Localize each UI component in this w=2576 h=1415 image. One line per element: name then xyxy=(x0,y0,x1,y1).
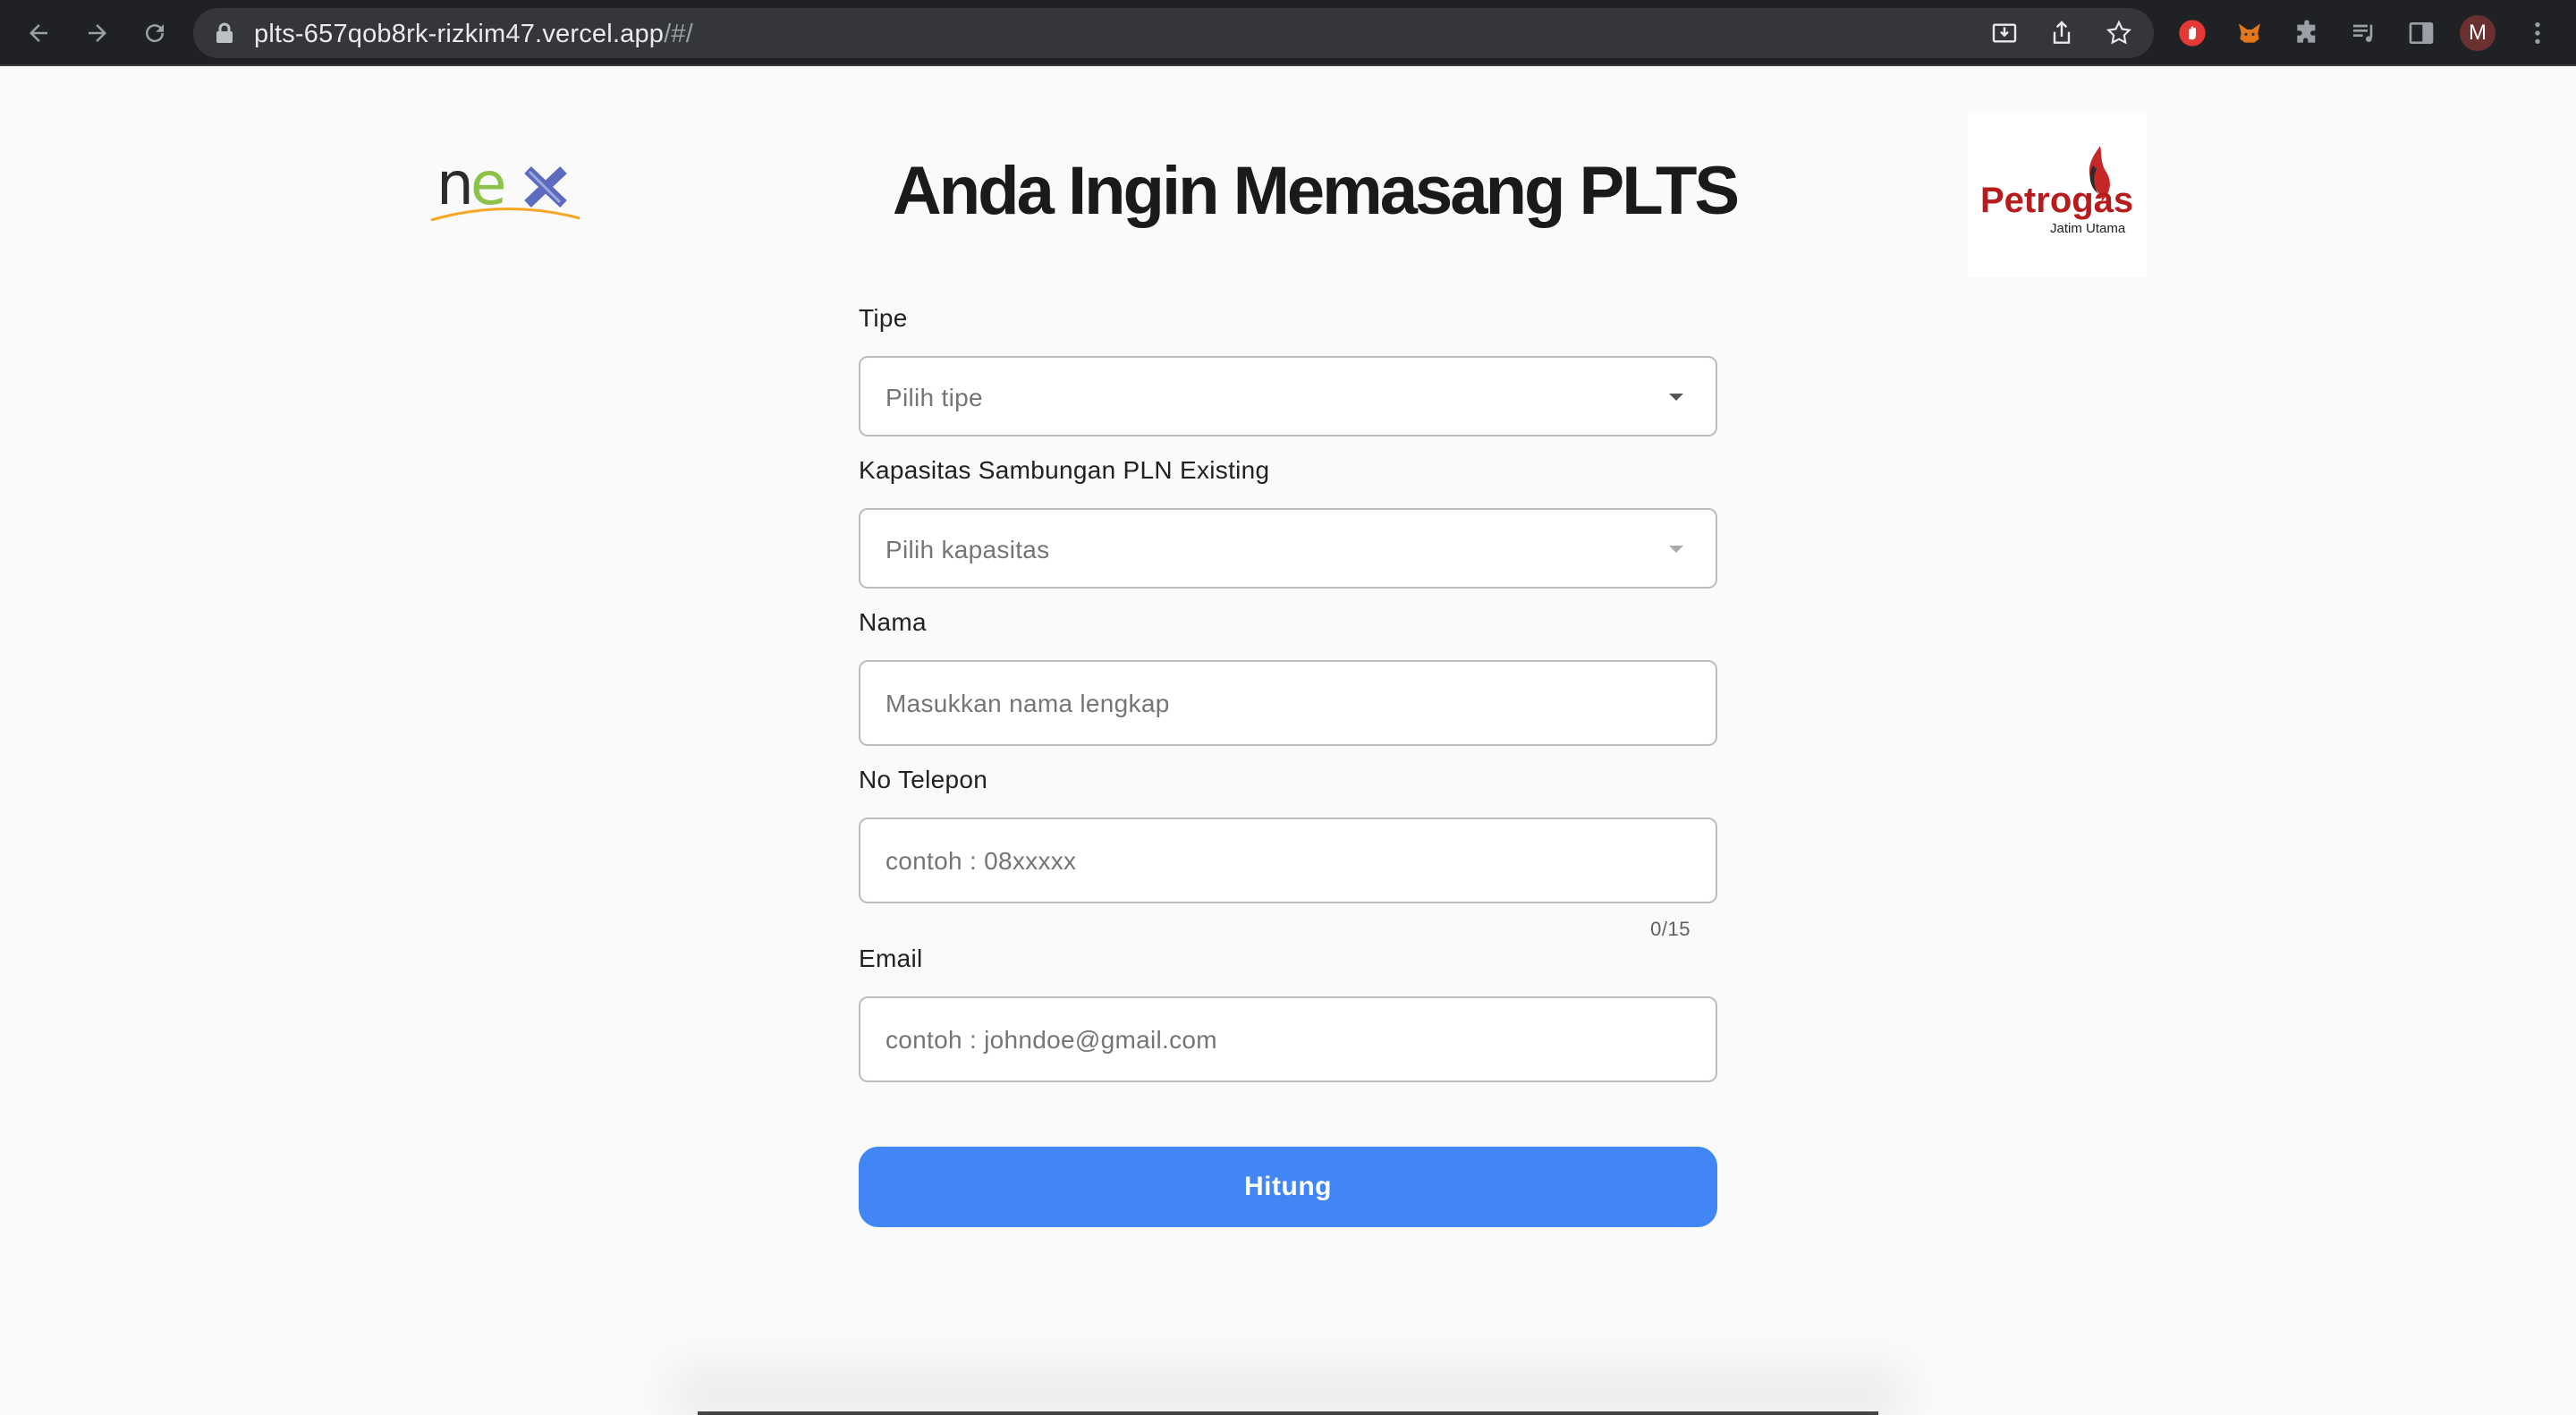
share-button[interactable] xyxy=(2045,16,2079,50)
email-input[interactable]: contoh : johndoe@gmail.com xyxy=(859,996,1717,1082)
nama-input-placeholder: Masukkan nama lengkap xyxy=(886,690,1170,717)
chevron-down-icon xyxy=(1669,394,1683,401)
email-input-placeholder: contoh : johndoe@gmail.com xyxy=(886,1026,1217,1054)
reload-icon xyxy=(146,24,165,43)
kebab-menu-icon xyxy=(2535,22,2540,44)
telepon-label: No Telepon xyxy=(859,766,988,793)
nama-label: Nama xyxy=(859,608,927,636)
menu-button[interactable] xyxy=(2521,16,2555,50)
extension-metamask-button[interactable] xyxy=(2233,16,2267,50)
kapasitas-select[interactable]: Pilih kapasitas xyxy=(859,508,1717,589)
extensions-button[interactable] xyxy=(2290,16,2324,50)
tipe-select-placeholder: Pilih tipe xyxy=(886,384,983,411)
profile-avatar[interactable]: M xyxy=(2460,15,2496,51)
chevron-down-icon xyxy=(1669,546,1683,553)
kapasitas-select-placeholder: Pilih kapasitas xyxy=(886,536,1050,563)
arrow-left-icon xyxy=(30,24,47,42)
install-app-button[interactable] xyxy=(1987,16,2021,50)
page-title: Anda Ingin Memasang PLTS xyxy=(892,153,1740,229)
side-panel-icon xyxy=(2409,22,2434,44)
adblock-icon xyxy=(2179,20,2206,47)
bookmark-button[interactable] xyxy=(2102,16,2136,50)
tipe-label: Tipe xyxy=(859,304,908,332)
reload-button[interactable] xyxy=(134,13,175,54)
media-button[interactable] xyxy=(2347,16,2381,50)
telepon-char-counter: 0/15 xyxy=(1650,918,1690,940)
back-button[interactable] xyxy=(18,13,59,54)
lock-icon xyxy=(216,22,233,43)
playlist-icon xyxy=(2353,24,2373,42)
url-text: plts-657qob8rk-rizkim47.vercel.app/#/ xyxy=(254,20,693,48)
share-icon xyxy=(2053,21,2071,44)
install-icon xyxy=(1992,23,2017,43)
bottom-sheet-edge xyxy=(698,1411,1878,1415)
forward-button[interactable] xyxy=(77,13,118,54)
arrow-right-icon xyxy=(89,24,106,42)
telepon-input[interactable]: contoh : 08xxxxx xyxy=(859,818,1717,903)
nama-input[interactable]: Masukkan nama lengkap xyxy=(859,660,1717,746)
tipe-select[interactable]: Pilih tipe xyxy=(859,356,1717,436)
fox-icon xyxy=(2239,23,2260,43)
address-bar[interactable]: plts-657qob8rk-rizkim47.vercel.app/#/ xyxy=(193,8,2154,58)
kapasitas-label: Kapasitas Sambungan PLN Existing xyxy=(859,456,1270,484)
side-panel-button[interactable] xyxy=(2404,16,2438,50)
email-label: Email xyxy=(859,945,923,972)
extension-adblock-button[interactable] xyxy=(2175,16,2209,50)
telepon-input-placeholder: contoh : 08xxxxx xyxy=(886,847,1077,875)
hitung-button[interactable]: Hitung xyxy=(859,1147,1717,1227)
star-icon xyxy=(2106,20,2132,45)
browser-toolbar: plts-657qob8rk-rizkim47.vercel.app/#/ M xyxy=(0,0,2576,66)
puzzle-icon xyxy=(2297,20,2316,43)
